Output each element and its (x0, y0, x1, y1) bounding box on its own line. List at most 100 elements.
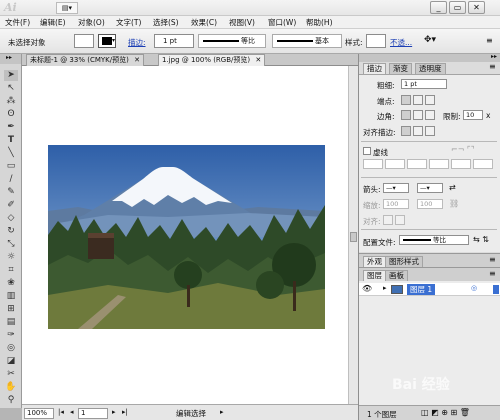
pencil-tool-icon[interactable]: ✎ (4, 187, 18, 198)
tab-artboards[interactable]: 画板 (385, 270, 408, 281)
dash-1-input[interactable] (363, 159, 383, 169)
tab-jpg-document[interactable]: 1.jpg @ 100% (RGB/预览) ✕ (158, 54, 266, 66)
next-artboard-icon[interactable]: ▸ (112, 408, 116, 416)
stroke-link[interactable]: 描边: (128, 37, 146, 48)
close-tab-icon[interactable]: ✕ (134, 56, 140, 64)
free-transform-tool-icon[interactable]: ⌗ (4, 265, 18, 276)
rotate-tool-icon[interactable]: ↻ (4, 226, 18, 237)
close-tab-icon[interactable]: ✕ (255, 56, 261, 64)
panel-collapse-strip[interactable]: ▸▸ (359, 53, 500, 62)
previous-artboard-icon[interactable]: ◂ (70, 408, 74, 416)
paintbrush-tool-icon[interactable]: ∕ (4, 174, 18, 185)
close-window-button[interactable]: ✕ (468, 1, 485, 14)
layer-row[interactable]: 👁 ▸ 图层 1 ◎ (359, 283, 500, 296)
tab-graphic-styles[interactable]: 图形样式 (385, 256, 423, 267)
symbol-sprayer-tool-icon[interactable]: ❀ (4, 278, 18, 289)
recolor-icon[interactable]: ✥▾ (424, 35, 436, 45)
brush-definition-select[interactable]: 基本 (272, 34, 342, 48)
pen-tool-icon[interactable]: ✒ (4, 122, 18, 133)
tab-transparency[interactable]: 透明度 (415, 63, 446, 74)
layer-name[interactable]: 图层 1 (407, 284, 436, 295)
gap-1-input[interactable] (385, 159, 405, 169)
menu-window[interactable]: 窗口(W) (268, 17, 296, 28)
scissors-tool-icon[interactable]: ✂ (4, 369, 18, 380)
end-scale-input[interactable]: 100 (417, 199, 443, 209)
variable-width-profile-select[interactable]: 等比 (198, 34, 266, 48)
align-center-button[interactable] (401, 126, 411, 136)
hand-tool-icon[interactable]: ✋ (4, 382, 18, 393)
dash-align-icons[interactable]: ⌐¬ ⌜⌝ (451, 145, 474, 154)
panel-menu-icon[interactable]: ≡ (486, 36, 493, 45)
opacity-link[interactable]: 不透... (390, 37, 412, 48)
dash-2-input[interactable] (407, 159, 427, 169)
round-join-button[interactable] (413, 110, 423, 120)
artboard-canvas[interactable] (22, 66, 348, 404)
stroke-weight-field[interactable]: 1 pt (154, 34, 194, 48)
slice-tool-icon[interactable]: ◪ (4, 356, 18, 367)
stroke-dropdown-icon[interactable]: ▾ (112, 37, 115, 44)
arrow-tip-beyond-button[interactable] (383, 215, 393, 225)
width-profile-select[interactable]: 等比 (399, 235, 469, 245)
first-artboard-icon[interactable]: |◂ (58, 408, 64, 416)
eye-icon[interactable]: 👁 (362, 284, 372, 293)
end-arrowhead-select[interactable]: —▾ (417, 183, 443, 193)
blend-tool-icon[interactable]: ◎ (4, 343, 18, 354)
status-menu-icon[interactable]: ▸ (220, 408, 224, 416)
zoom-select[interactable]: 100% (24, 408, 54, 419)
menu-select[interactable]: 选择(S) (153, 17, 179, 28)
menu-type[interactable]: 文字(T) (116, 17, 141, 28)
mount-fuji-photo[interactable] (48, 145, 325, 329)
menu-file[interactable]: 文件(F) (5, 17, 30, 28)
selection-tool-icon[interactable]: ➤ (4, 70, 18, 81)
round-cap-button[interactable] (413, 95, 423, 105)
fill-swatch[interactable] (74, 34, 94, 48)
warp-tool-icon[interactable]: ☼ (4, 252, 18, 263)
arrange-documents-button[interactable]: ▤▾ (56, 2, 78, 14)
stroke-panel-menu-icon[interactable]: ≡ (489, 62, 496, 71)
flip-profile-icons[interactable]: ⇆ ⇅ (473, 235, 489, 244)
lasso-tool-icon[interactable]: ʘ (4, 109, 18, 120)
stroke-weight-input[interactable]: 1 pt (401, 79, 447, 89)
scrollbar-thumb[interactable] (350, 232, 357, 242)
butt-cap-button[interactable] (401, 95, 411, 105)
tab-layers[interactable]: 图层 (363, 270, 386, 281)
tab-untitled-document[interactable]: 未标题-1 @ 33% (CMYK/预览) ✕ (26, 54, 144, 66)
tab-gradient[interactable]: 渐变 (389, 63, 412, 74)
layers-panel-menu-icon[interactable]: ≡ (489, 269, 496, 278)
mesh-tool-icon[interactable]: ⊞ (4, 304, 18, 315)
menu-object[interactable]: 对象(O) (78, 17, 105, 28)
line-tool-icon[interactable]: ╲ (4, 148, 18, 159)
scale-tool-icon[interactable]: ⤡ (4, 239, 18, 250)
vertical-scrollbar[interactable] (348, 66, 358, 404)
type-tool-icon[interactable]: T (4, 135, 18, 146)
graphic-style-swatch[interactable] (366, 34, 386, 48)
gap-2-input[interactable] (429, 159, 449, 169)
projecting-cap-button[interactable] (425, 95, 435, 105)
eraser-tool-icon[interactable]: ◇ (4, 213, 18, 224)
artboard-select[interactable]: 1 (78, 408, 108, 419)
miter-join-button[interactable] (401, 110, 411, 120)
zoom-tool-icon[interactable]: ⚲ (4, 395, 18, 406)
menu-edit[interactable]: 编辑(E) (40, 17, 66, 28)
layers-footer-icons[interactable]: ◫ ◩ ⊕ ⊞ 🗑 (421, 408, 470, 417)
miter-limit-input[interactable]: 10 (463, 110, 483, 120)
start-arrowhead-select[interactable]: —▾ (383, 183, 409, 193)
expand-layer-icon[interactable]: ▸ (383, 284, 387, 292)
align-inside-button[interactable] (413, 126, 423, 136)
swap-arrowheads-icon[interactable]: ⇄ (449, 183, 456, 192)
dash-3-input[interactable] (451, 159, 471, 169)
gap-3-input[interactable] (473, 159, 493, 169)
menu-help[interactable]: 帮助(H) (306, 17, 333, 28)
menu-view[interactable]: 视图(V) (229, 17, 255, 28)
dashed-line-checkbox[interactable] (363, 147, 371, 155)
align-outside-button[interactable] (425, 126, 435, 136)
eyedropper-tool-icon[interactable]: ✑ (4, 330, 18, 341)
magic-wand-tool-icon[interactable]: ⁂ (4, 96, 18, 107)
column-graph-tool-icon[interactable]: ▥ (4, 291, 18, 302)
maximize-button[interactable]: ▭ (449, 1, 466, 14)
gradient-tool-icon[interactable]: ▤ (4, 317, 18, 328)
arrow-tip-end-button[interactable] (395, 215, 405, 225)
blob-brush-tool-icon[interactable]: ✐ (4, 200, 18, 211)
minimize-button[interactable]: _ (430, 1, 447, 14)
menu-effect[interactable]: 效果(C) (191, 17, 217, 28)
